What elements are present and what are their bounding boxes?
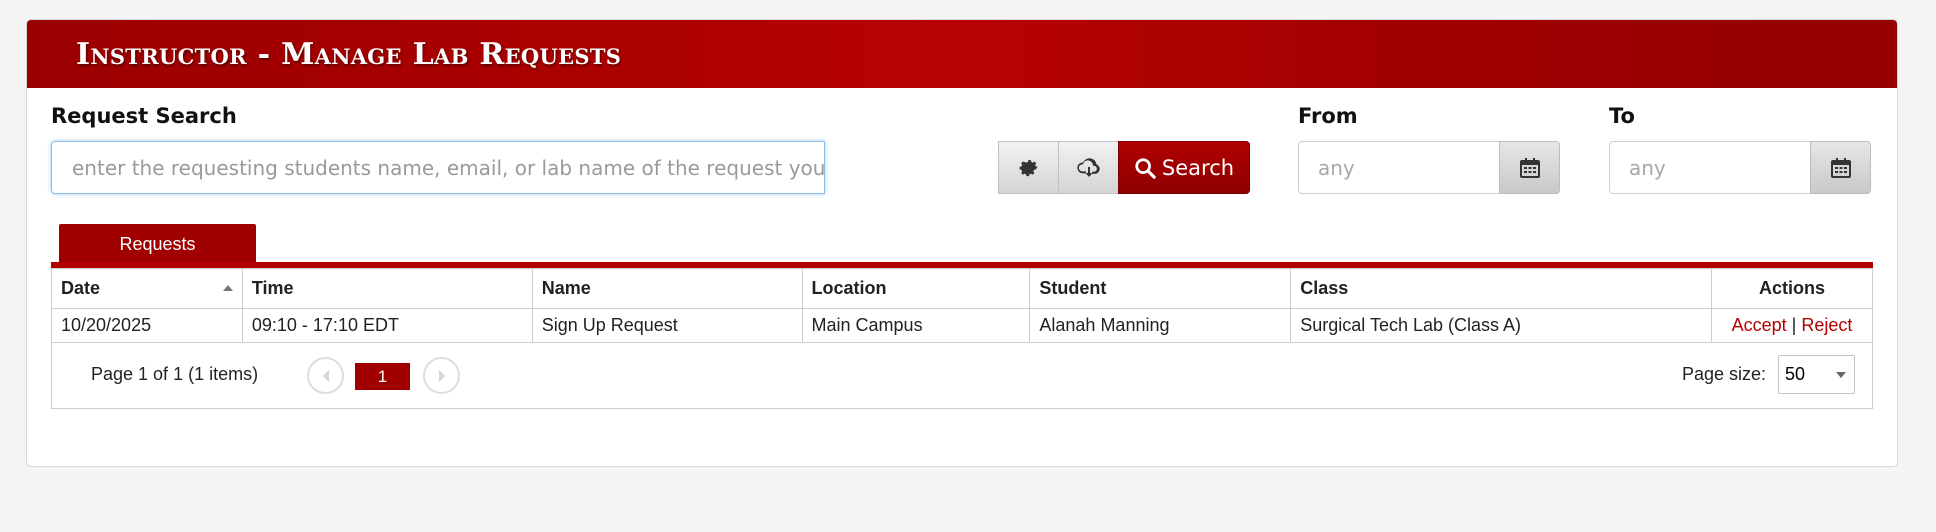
page-size-label: Page size:: [1682, 364, 1767, 384]
cell-class: Surgical Tech Lab (Class A): [1290, 308, 1712, 343]
column-header-student[interactable]: Student: [1029, 268, 1292, 309]
column-header-time[interactable]: Time: [241, 268, 533, 309]
calendar-icon: [1830, 157, 1851, 178]
current-page-button[interactable]: 1: [355, 363, 410, 390]
page-title: Instructor - Manage Lab Requests: [76, 36, 622, 72]
search-icon: [1135, 157, 1156, 179]
requests-table: Date Time Name Location Student Class Ac…: [51, 268, 1874, 343]
cell-name: Sign Up Request: [531, 308, 803, 343]
next-page-button[interactable]: [423, 357, 460, 394]
download-button[interactable]: [1058, 141, 1119, 194]
page-size-select[interactable]: 50: [1778, 355, 1855, 394]
from-date-input[interactable]: [1298, 141, 1500, 194]
to-calendar-button[interactable]: [1810, 141, 1871, 194]
request-search-label: Request Search: [51, 104, 237, 128]
chevron-down-icon: [1836, 372, 1846, 378]
pager-summary: Page 1 of 1 (1 items): [91, 364, 259, 384]
to-date-input[interactable]: [1609, 141, 1811, 194]
sort-ascending-icon: [222, 285, 233, 291]
cloud-download-icon: [1076, 157, 1100, 177]
table-header-row: Date Time Name Location Student Class Ac…: [51, 268, 1874, 309]
previous-page-button[interactable]: [307, 357, 344, 394]
settings-button[interactable]: [998, 141, 1059, 194]
action-separator: |: [1791, 315, 1797, 335]
column-header-actions: Actions: [1710, 268, 1874, 309]
panel-header: Instructor - Manage Lab Requests: [27, 20, 1897, 88]
cell-student: Alanah Manning: [1029, 308, 1292, 343]
column-header-name[interactable]: Name: [531, 268, 803, 309]
request-search-input[interactable]: [51, 141, 825, 194]
page-size-value: 50: [1785, 364, 1806, 384]
to-label: To: [1609, 104, 1635, 128]
table-row: 10/20/2025 09:10 - 17:10 EDT Sign Up Req…: [51, 308, 1874, 343]
column-header-class[interactable]: Class: [1290, 268, 1712, 309]
cell-location: Main Campus: [801, 308, 1031, 343]
calendar-icon: [1519, 157, 1540, 178]
gear-icon: [1019, 159, 1038, 176]
from-calendar-button[interactable]: [1499, 141, 1560, 194]
pager: Page 1 of 1 (1 items) 1 Page size: 50: [51, 342, 1873, 409]
cell-actions: Accept | Reject: [1710, 308, 1874, 343]
column-header-date[interactable]: Date: [51, 268, 243, 309]
chevron-right-icon: [438, 369, 445, 382]
chevron-left-icon: [322, 369, 329, 382]
search-button-label: Search: [1161, 155, 1235, 180]
from-label: From: [1298, 104, 1358, 128]
cell-time: 09:10 - 17:10 EDT: [241, 308, 533, 343]
cell-date: 10/20/2025: [51, 308, 243, 343]
column-header-location[interactable]: Location: [801, 268, 1031, 309]
reject-link[interactable]: Reject: [1801, 315, 1852, 335]
tab-requests[interactable]: Requests: [59, 224, 256, 264]
accept-link[interactable]: Accept: [1732, 315, 1787, 335]
manage-lab-requests-panel: Instructor - Manage Lab Requests Request…: [26, 19, 1898, 467]
search-button[interactable]: Search: [1118, 141, 1250, 194]
